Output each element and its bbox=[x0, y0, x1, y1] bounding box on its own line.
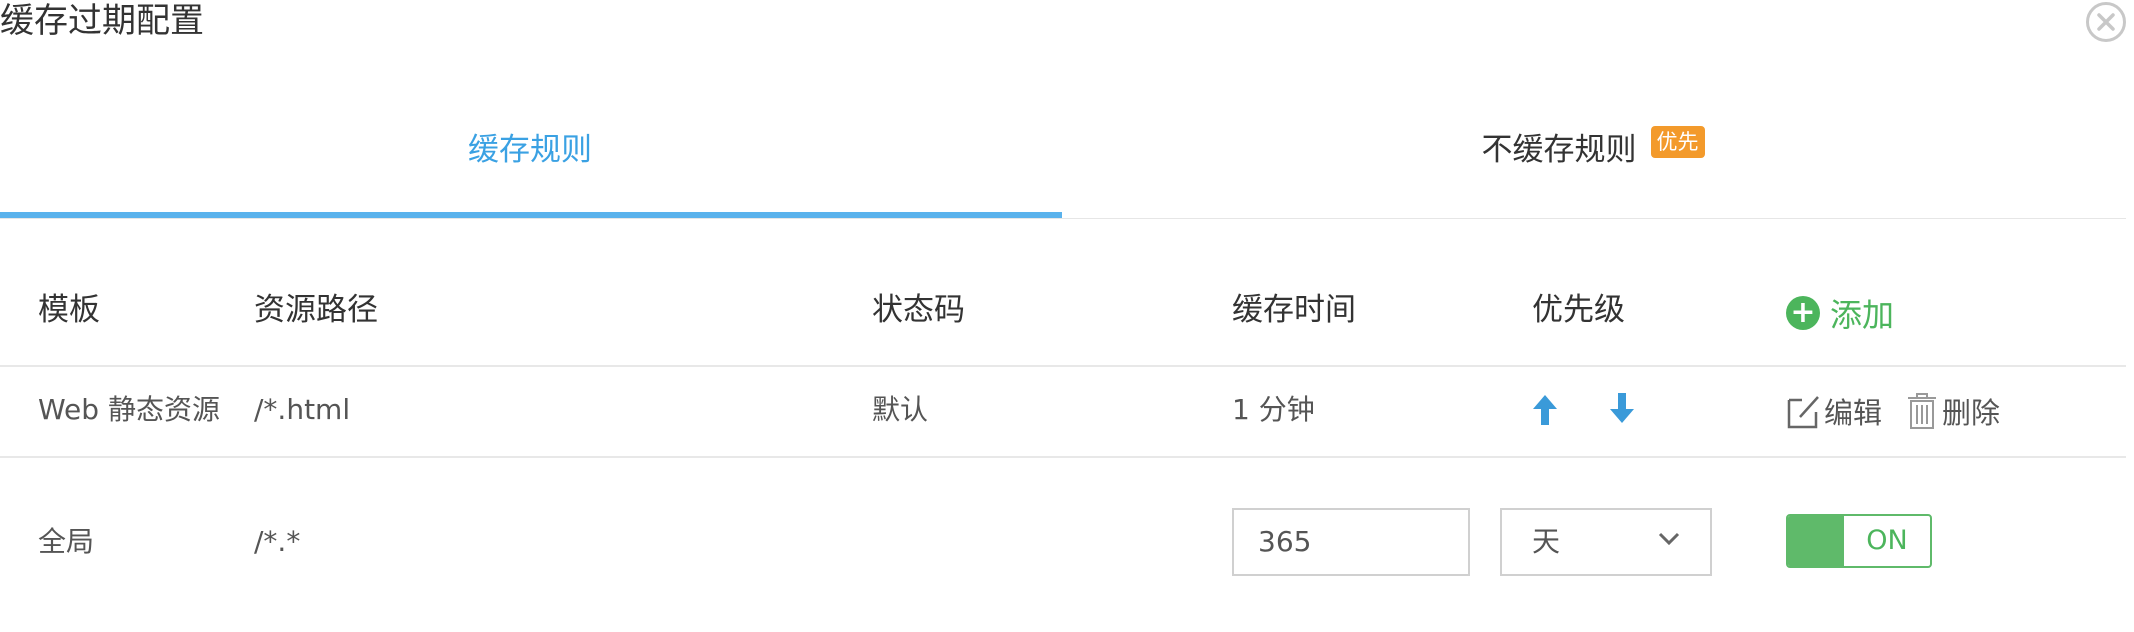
row-status-code: 默认 bbox=[872, 393, 929, 426]
cache-time-input[interactable]: 365 bbox=[1232, 508, 1470, 576]
arrow-down-icon bbox=[1610, 393, 1634, 423]
global-path: /*.* bbox=[254, 525, 301, 558]
header-status-code: 状态码 bbox=[872, 292, 965, 328]
row-cache-time: 1 分钟 bbox=[1232, 393, 1315, 426]
priority-badge: 优先 bbox=[1650, 126, 1705, 158]
header-path: 资源路径 bbox=[254, 292, 378, 328]
row-divider bbox=[0, 365, 2126, 367]
trash-icon bbox=[1908, 393, 1936, 429]
global-toggle[interactable]: ON bbox=[1786, 514, 1932, 568]
tab-cache-rules[interactable]: 缓存规则 bbox=[0, 120, 1060, 180]
delete-label: 删除 bbox=[1942, 396, 2001, 430]
toggle-knob bbox=[1788, 516, 1844, 566]
cache-time-unit-select[interactable]: 天 bbox=[1500, 508, 1712, 576]
dialog-title: 缓存过期配置 bbox=[0, 1, 204, 41]
row-template: Web 静态资源 bbox=[38, 393, 220, 426]
row-path: /*.html bbox=[254, 393, 351, 426]
edit-icon bbox=[1787, 396, 1819, 429]
close-button[interactable] bbox=[2086, 2, 2126, 42]
tab-no-cache-rules[interactable]: 不缓存规则 优先 bbox=[1060, 120, 2126, 180]
tab-divider bbox=[0, 218, 2126, 219]
edit-label: 编辑 bbox=[1824, 396, 1883, 430]
delete-button[interactable]: 删除 bbox=[1906, 390, 2000, 432]
global-template: 全局 bbox=[38, 525, 95, 558]
tab-cache-rules-label: 缓存规则 bbox=[468, 132, 592, 168]
chevron-down-icon bbox=[1658, 532, 1680, 546]
row-divider bbox=[0, 456, 2126, 458]
add-icon: + bbox=[1786, 296, 1820, 330]
header-cache-time: 缓存时间 bbox=[1232, 292, 1356, 328]
move-up-button[interactable] bbox=[1530, 392, 1560, 432]
arrow-up-icon bbox=[1533, 395, 1557, 425]
cache-time-unit-value: 天 bbox=[1532, 525, 1561, 558]
header-priority: 优先级 bbox=[1532, 292, 1625, 328]
add-button-label: 添加 bbox=[1830, 296, 1895, 334]
tab-no-cache-rules-label: 不缓存规则 bbox=[1481, 132, 1637, 168]
add-button[interactable]: + 添加 bbox=[1786, 290, 1894, 336]
close-icon bbox=[2097, 13, 2115, 31]
header-template: 模板 bbox=[38, 292, 100, 328]
edit-button[interactable]: 编辑 bbox=[1786, 390, 1882, 432]
toggle-label: ON bbox=[1866, 525, 1908, 556]
move-down-button[interactable] bbox=[1607, 390, 1637, 430]
